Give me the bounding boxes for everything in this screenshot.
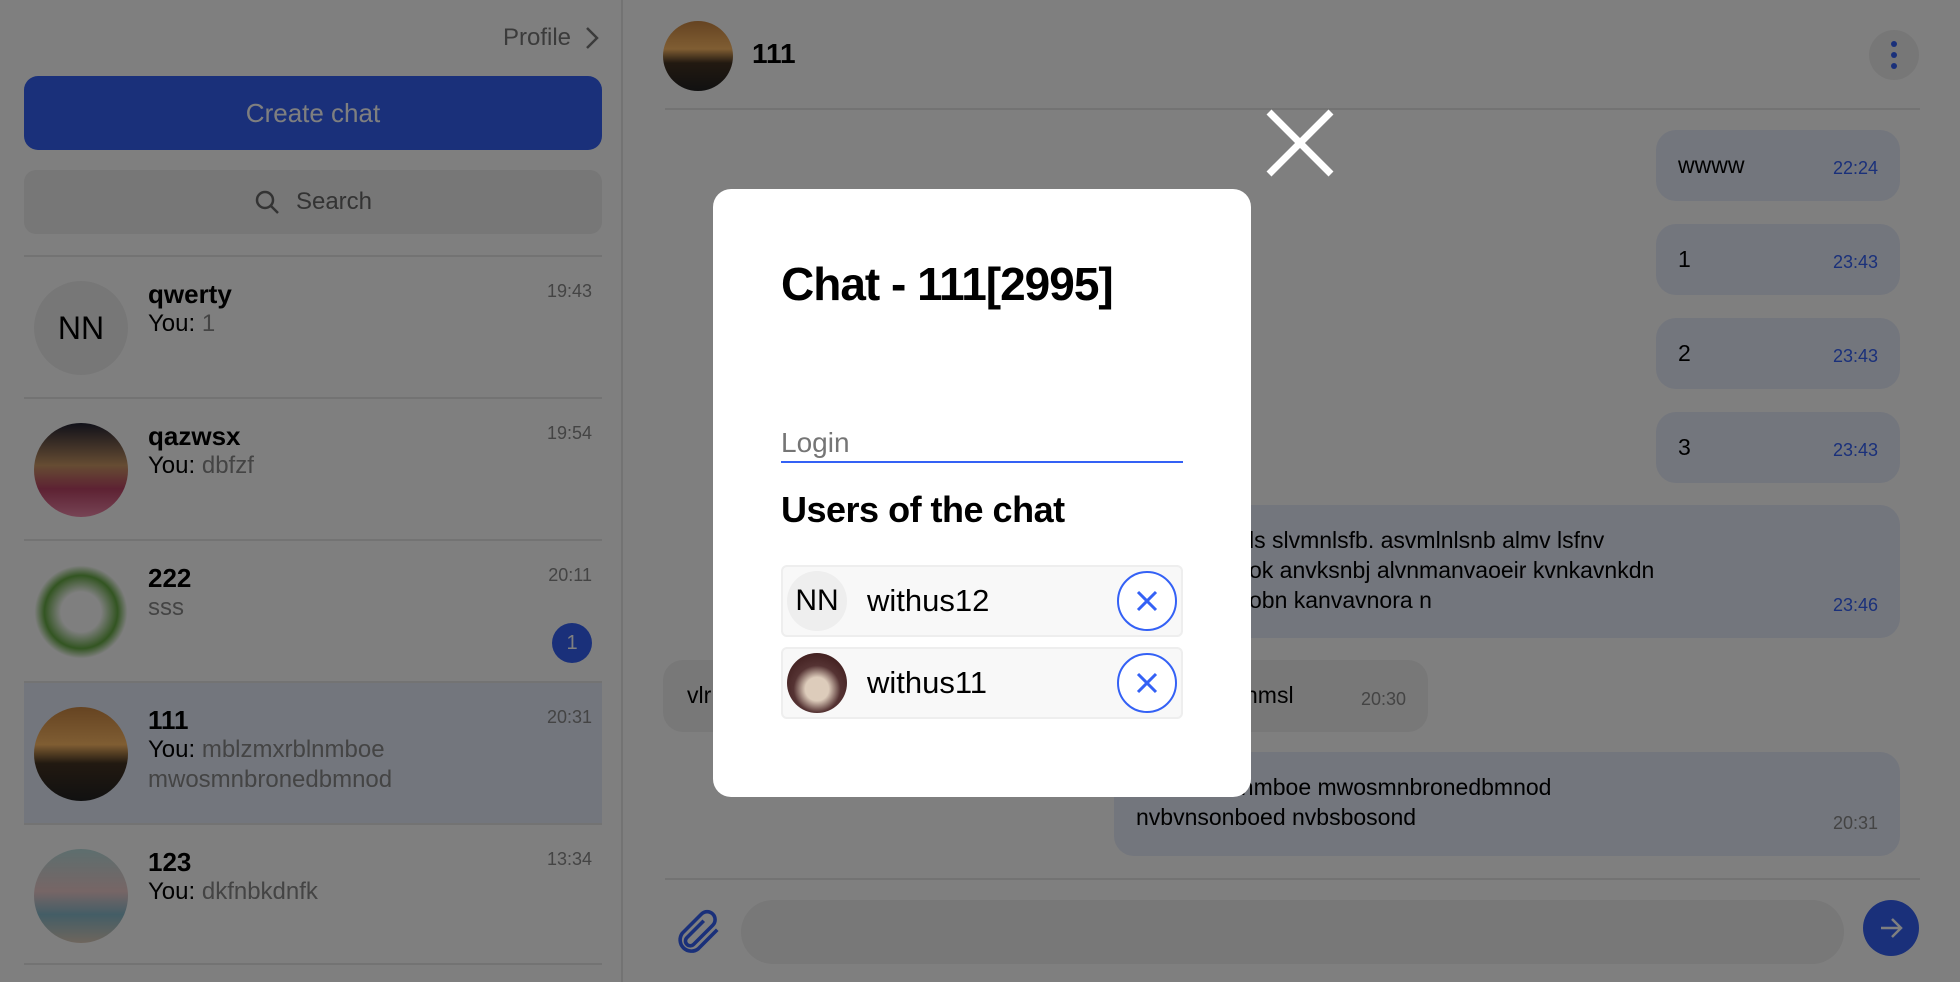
remove-user-button[interactable] [1117,653,1177,713]
chat-info-modal: Chat - 111[2995] Users of the chat NN wi… [713,189,1251,797]
user-name: withus11 [867,665,988,700]
user-avatar-image [787,653,847,713]
x-icon [1136,672,1158,694]
remove-user-button[interactable] [1117,571,1177,631]
user-row: NN withus12 [781,565,1183,637]
user-avatar: NN [787,571,847,631]
users-heading: Users of the chat [781,489,1065,530]
x-icon [1136,590,1158,612]
user-name: withus12 [867,583,990,618]
modal-title: Chat - 111[2995] [781,258,1114,310]
user-row: withus11 [781,647,1183,719]
close-modal-icon[interactable] [1265,108,1335,178]
login-input[interactable] [781,425,1183,463]
